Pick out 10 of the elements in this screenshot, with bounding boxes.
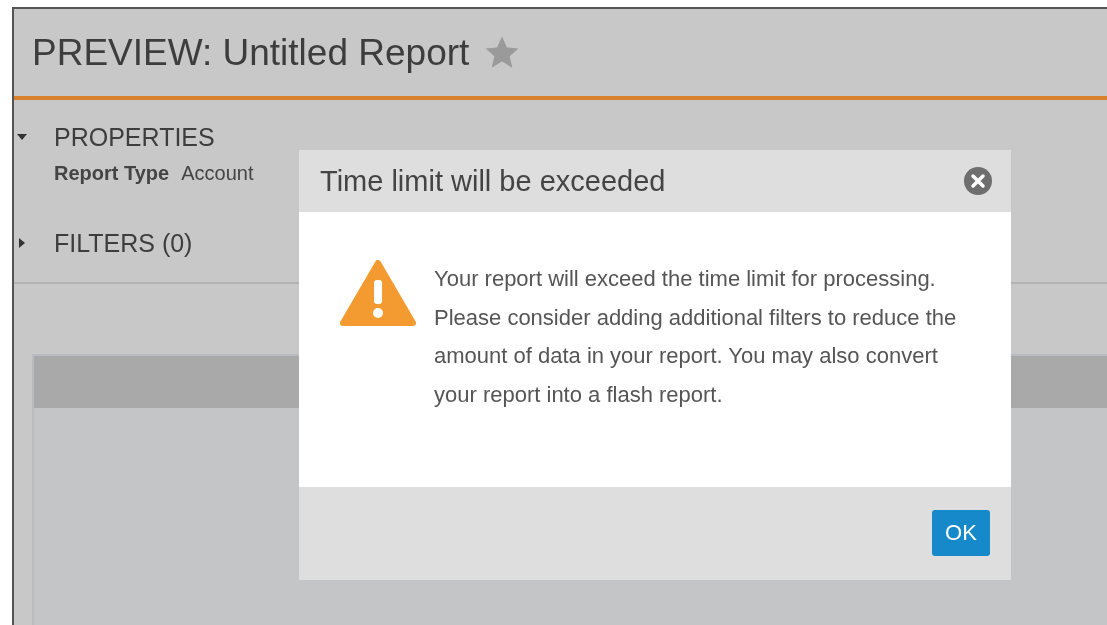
field-label: Report Type	[54, 162, 170, 185]
ok-button[interactable]: OK	[932, 510, 990, 556]
field-value: Account	[181, 162, 254, 185]
page-title: PREVIEW: Untitled Report	[32, 31, 470, 74]
dialog-message: Your report will exceed the time limit for processing. Please consider adding additional filters to reduce the amount of data in your report. You may also convert your report into a flash report.	[434, 265, 958, 409]
section-header[interactable]: FILTERS (0)	[54, 228, 193, 258]
dialog-title: Time limit will be exceeded	[320, 164, 666, 198]
close-icon[interactable]	[963, 166, 993, 196]
warning-icon	[340, 260, 416, 328]
section-header[interactable]: PROPERTIES	[54, 122, 215, 152]
